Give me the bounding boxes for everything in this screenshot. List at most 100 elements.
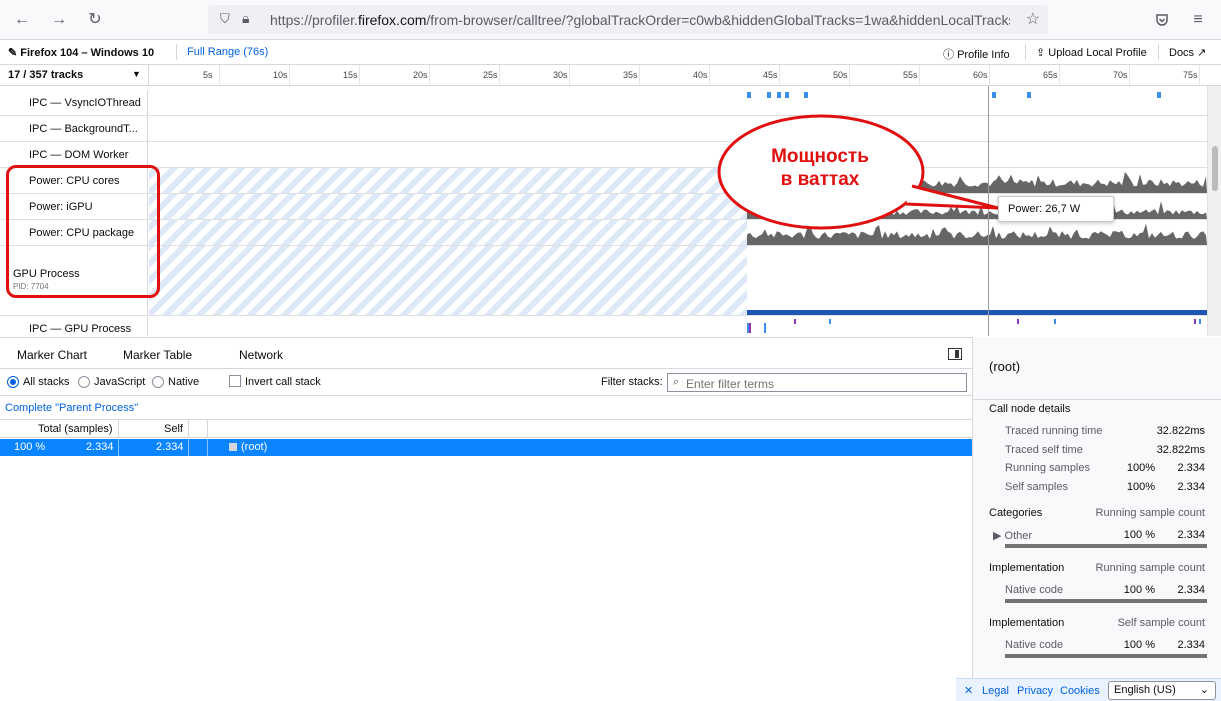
- row-total: 2.334: [86, 441, 114, 453]
- implementation-heading-1: Implementation: [989, 562, 1065, 574]
- profile-info-button[interactable]: ⓘ Profile Info: [943, 46, 1010, 62]
- external-link-icon: ↗: [1197, 47, 1207, 59]
- track-label[interactable]: IPC — VsyncIOThread: [0, 90, 148, 115]
- call-tree-settings: All stacks JavaScript Native Invert call…: [0, 369, 972, 396]
- timeline-tick-label: 50s: [833, 70, 848, 80]
- native-radio[interactable]: [152, 376, 164, 388]
- category-pct: 100 %: [1123, 529, 1155, 541]
- privacy-link[interactable]: Privacy: [1017, 685, 1053, 697]
- implementation-count-heading-2: Self sample count: [1117, 617, 1205, 629]
- tab-marker-table[interactable]: Marker Table: [123, 348, 192, 362]
- gpu-process-track[interactable]: GPU Process PID: 7704: [0, 246, 1207, 316]
- implementation-name-2: Native code: [1005, 639, 1064, 651]
- hamburger-menu-icon[interactable]: ≡: [1186, 8, 1210, 32]
- traced-self-value: 32.822ms: [1156, 444, 1205, 456]
- filter-stacks-input[interactable]: ⌕ Enter filter terms: [667, 373, 967, 392]
- implementation-value-2: 2.334: [1177, 639, 1205, 651]
- address-bar[interactable]: ⛉ 🔒︎ https://profiler.firefox.com/from-b…: [208, 5, 1048, 34]
- track-label[interactable]: IPC — DOM Worker: [0, 142, 148, 167]
- legal-link[interactable]: Legal: [982, 685, 1009, 697]
- cookies-link[interactable]: Cookies: [1060, 685, 1100, 697]
- filter-stacks-label: Filter stacks:: [601, 376, 663, 388]
- sidebar-toggle-icon[interactable]: [948, 348, 962, 360]
- category-square-icon: [229, 443, 237, 451]
- call-node-details-heading: Call node details: [989, 403, 1071, 415]
- tracks-scrollbar[interactable]: [1207, 86, 1221, 336]
- native-label[interactable]: Native: [168, 376, 199, 388]
- search-icon: ⌕: [673, 376, 680, 388]
- categories-count-heading: Running sample count: [1095, 507, 1205, 519]
- dropdown-triangle-icon[interactable]: ▼: [132, 69, 141, 79]
- docs-link[interactable]: Docs ↗: [1169, 46, 1206, 59]
- all-stacks-radio[interactable]: [7, 376, 19, 388]
- ipc-gpu-process-label[interactable]: IPC — GPU Process: [0, 317, 148, 336]
- implementation-heading-2: Implementation: [989, 617, 1065, 629]
- col-total-header: Total (samples): [38, 423, 113, 435]
- close-icon[interactable]: ✕: [964, 684, 973, 697]
- javascript-radio[interactable]: [78, 376, 90, 388]
- pocket-icon[interactable]: [1150, 8, 1174, 32]
- category-value: 2.334: [1177, 529, 1205, 541]
- timeline-tick-label: 15s: [343, 70, 358, 80]
- running-samples-label: Running samples: [1005, 462, 1090, 474]
- shield-icon[interactable]: ⛉: [220, 11, 230, 27]
- back-arrow-icon[interactable]: ←: [10, 8, 34, 32]
- invert-call-stack-label[interactable]: Invert call stack: [245, 376, 321, 388]
- track-row[interactable]: IPC — BackgroundT...: [0, 116, 1207, 142]
- track-label[interactable]: IPC — BackgroundT...: [0, 116, 148, 141]
- bookmark-star-icon[interactable]: ☆: [1026, 9, 1040, 29]
- timeline-tick-label: 65s: [1043, 70, 1058, 80]
- category-expander[interactable]: ▶ Other: [993, 529, 1032, 542]
- timeline-tick-label: 70s: [1113, 70, 1128, 80]
- forward-arrow-icon[interactable]: →: [47, 8, 71, 32]
- implementation-pct-1: 100 %: [1123, 584, 1155, 596]
- traced-running-label: Traced running time: [1005, 425, 1103, 437]
- track-header: 17 / 357 tracks ▼ 5s 10s 15s 20s 25s 30s 35s 40…: [0, 65, 1221, 86]
- implementation-value-1: 2.334: [1177, 584, 1205, 596]
- track-row[interactable]: Power: CPU cores: [0, 168, 1207, 194]
- all-stacks-label[interactable]: All stacks: [23, 376, 69, 388]
- categories-heading: Categories: [989, 507, 1043, 519]
- track-row[interactable]: IPC — DOM Worker: [0, 142, 1207, 168]
- info-icon: ⓘ: [943, 49, 954, 61]
- timeline-tick-label: 25s: [483, 70, 498, 80]
- timeline-tick-label: 40s: [693, 70, 708, 80]
- lock-icon[interactable]: 🔒︎: [242, 10, 249, 27]
- invert-call-stack-checkbox[interactable]: [229, 375, 241, 387]
- tab-marker-chart[interactable]: Marker Chart: [17, 348, 87, 362]
- track-count-button[interactable]: 17 / 357 tracks: [8, 69, 83, 81]
- traced-running-value: 32.822ms: [1156, 425, 1205, 437]
- url-text[interactable]: https://profiler.firefox.com/from-browse…: [270, 12, 1010, 28]
- implementation-count-heading-1: Running sample count: [1095, 562, 1205, 574]
- reload-icon[interactable]: ↻: [83, 8, 107, 32]
- timeline-tick-label: 20s: [413, 70, 428, 80]
- language-select[interactable]: English (US) ⌄: [1108, 681, 1216, 700]
- traced-self-label: Traced self time: [1005, 444, 1083, 456]
- timeline-tick-label: 10s: [273, 70, 288, 80]
- power-tooltip: Power: 26,7 W: [998, 196, 1114, 222]
- running-samples-value: 2.334: [1177, 462, 1205, 474]
- tab-network[interactable]: Network: [239, 348, 283, 362]
- upload-button[interactable]: ⇪ Upload Local Profile: [1036, 46, 1147, 59]
- profiler-top-bar: ✎ Firefox 104 – Windows 10 Full Range (7…: [0, 40, 1221, 65]
- row-percent: 100 %: [14, 441, 46, 453]
- javascript-label[interactable]: JavaScript: [94, 376, 145, 388]
- browser-toolbar: ← → ↻ ⛉ 🔒︎ https://profiler.firefox.com/…: [0, 0, 1221, 40]
- ipc-gpu-process-track[interactable]: IPC — GPU Process: [0, 317, 1207, 336]
- track-row[interactable]: IPC — VsyncIOThread: [0, 90, 1207, 116]
- running-samples-pct: 100%: [1126, 462, 1155, 474]
- col-self-header: Self: [164, 423, 183, 435]
- call-tree-header: Total (samples) Self: [0, 420, 972, 438]
- track-row[interactable]: Power: CPU package: [0, 220, 1207, 246]
- profile-name-button[interactable]: ✎ Firefox 104 – Windows 10: [8, 46, 154, 59]
- table-row[interactable]: 100 % 2.334 2.334 (root): [0, 439, 972, 456]
- full-range-breadcrumb[interactable]: Full Range (76s): [187, 46, 268, 58]
- filter-placeholder: Enter filter terms: [686, 377, 775, 391]
- thread-breadcrumb[interactable]: Complete "Parent Process": [0, 396, 972, 420]
- implementation-name-1: Native code: [1005, 584, 1064, 596]
- self-samples-pct: 100%: [1126, 481, 1155, 493]
- footer-bar: ✕ Legal Privacy Cookies English (US) ⌄: [956, 678, 1221, 701]
- triangle-right-icon: ▶: [993, 530, 1002, 542]
- details-tab-bar: Marker Chart Marker Table Network: [0, 337, 972, 369]
- timeline-tick-label: 75s: [1183, 70, 1198, 80]
